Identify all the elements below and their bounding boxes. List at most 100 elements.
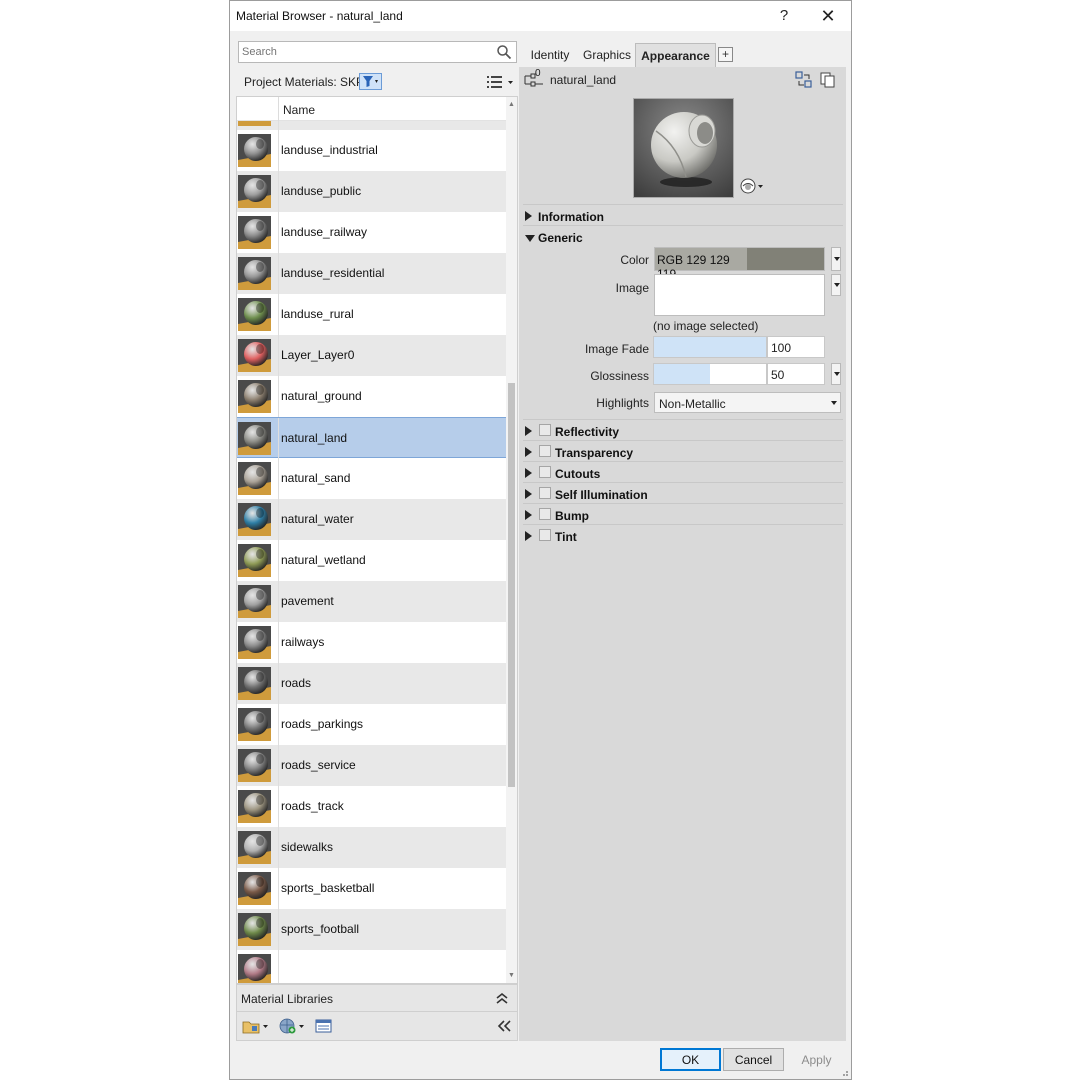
scrollbar-thumb[interactable] — [508, 383, 515, 787]
expand-arrow-icon[interactable] — [525, 489, 532, 499]
transparency-checkbox[interactable] — [539, 445, 551, 457]
list-item[interactable]: pavement — [237, 581, 507, 622]
list-item[interactable]: railways — [237, 622, 507, 663]
expand-arrow-icon[interactable] — [525, 510, 532, 520]
collapse-left-icon[interactable] — [495, 1017, 513, 1035]
list-item[interactable]: roads_service — [237, 745, 507, 786]
scroll-up-arrow-icon[interactable]: ▲ — [508, 101, 515, 108]
create-library-globe-icon[interactable] — [277, 1017, 307, 1035]
expand-arrow-icon[interactable] — [525, 426, 532, 436]
list-item[interactable]: landuse_public — [237, 171, 507, 212]
asset-browser-icon[interactable] — [315, 1017, 333, 1035]
material-name: pavement — [281, 594, 334, 608]
open-library-folder-icon[interactable] — [241, 1017, 271, 1035]
resize-grip-icon[interactable] — [839, 1067, 849, 1077]
search-box[interactable] — [238, 41, 517, 63]
tab-appearance[interactable]: Appearance — [635, 43, 716, 67]
material-name: roads_service — [281, 758, 356, 772]
replace-asset-icon[interactable] — [795, 71, 813, 89]
list-item[interactable]: roads — [237, 663, 507, 704]
glossiness-input[interactable]: 50 — [767, 363, 825, 385]
glossiness-fill — [654, 364, 710, 384]
ok-button[interactable]: OK — [660, 1048, 721, 1071]
section-cutouts[interactable]: Cutouts — [523, 464, 843, 484]
cutouts-checkbox[interactable] — [539, 466, 551, 478]
list-item[interactable]: natural_land — [237, 417, 507, 459]
scroll-down-arrow-icon[interactable]: ▼ — [508, 972, 515, 979]
list-item[interactable]: natural_sand — [237, 458, 507, 499]
search-icon[interactable] — [496, 44, 512, 60]
tab-identity[interactable]: Identity — [521, 43, 579, 67]
material-name: landuse_public — [281, 184, 362, 198]
apply-button[interactable]: Apply — [786, 1048, 847, 1071]
list-item[interactable]: landuse_railway — [237, 212, 507, 253]
image-field[interactable] — [654, 274, 825, 316]
bump-checkbox[interactable] — [539, 508, 551, 520]
material-name: landuse_rural — [281, 307, 354, 321]
filter-button[interactable] — [359, 73, 382, 90]
expand-arrow-icon[interactable] — [525, 531, 532, 541]
expand-up-icon[interactable] — [495, 991, 509, 1005]
list-item[interactable]: landuse_residential — [237, 253, 507, 294]
material-thumbnail-icon — [238, 257, 271, 290]
highlights-select[interactable]: Non-Metallic — [654, 392, 841, 413]
tab-graphics[interactable]: Graphics — [579, 43, 635, 67]
list-item[interactable]: natural_water — [237, 499, 507, 540]
glossiness-slider[interactable] — [653, 363, 767, 385]
search-input[interactable] — [242, 44, 490, 60]
expand-arrow-icon[interactable] — [525, 468, 532, 478]
list-item[interactable]: natural_wetland — [237, 540, 507, 581]
duplicate-asset-icon[interactable] — [819, 71, 837, 89]
section-bump[interactable]: Bump — [523, 506, 843, 526]
reflectivity-checkbox[interactable] — [539, 424, 551, 436]
list-item[interactable]: landuse_construction — [237, 121, 507, 130]
cancel-button[interactable]: Cancel — [723, 1048, 784, 1071]
list-item[interactable]: sidewalks — [237, 827, 507, 868]
list-item[interactable] — [237, 950, 507, 983]
section-reflectivity[interactable]: Reflectivity — [523, 422, 843, 442]
view-options-button[interactable] — [484, 73, 516, 91]
material-thumbnail-icon — [238, 216, 271, 249]
glossiness-dropdown[interactable] — [831, 363, 841, 385]
material-libraries-bar[interactable]: Material Libraries — [236, 984, 518, 1012]
material-editor-panel: Identity Graphics Appearance + 0 natural… — [519, 37, 846, 1041]
color-swatch[interactable]: RGB 129 129 119 — [654, 247, 825, 281]
section-tint[interactable]: Tint — [523, 527, 843, 547]
list-item[interactable]: roads_parkings — [237, 704, 507, 745]
image-fade-input[interactable]: 100 — [767, 336, 825, 358]
expand-arrow-icon[interactable] — [525, 447, 532, 457]
section-title: Information — [538, 210, 604, 224]
material-name: railways — [281, 635, 325, 649]
material-name: landuse_industrial — [281, 143, 378, 157]
add-tab-button[interactable]: + — [718, 47, 733, 62]
tint-checkbox[interactable] — [539, 529, 551, 541]
image-dropdown[interactable] — [831, 274, 841, 296]
list-item[interactable]: landuse_industrial — [237, 130, 507, 171]
image-fade-slider[interactable] — [653, 336, 767, 358]
material-thumbnail-icon — [238, 175, 271, 208]
list-item[interactable]: sports_basketball — [237, 868, 507, 909]
material-name: sidewalks — [281, 840, 334, 854]
list-item[interactable]: sports_football — [237, 909, 507, 950]
expand-arrow-icon[interactable] — [525, 211, 532, 221]
help-button[interactable]: ? — [762, 1, 806, 31]
list-item[interactable]: roads_track — [237, 786, 507, 827]
list-item[interactable]: natural_ground — [237, 376, 507, 417]
list-scrollbar[interactable]: ▲ ▼ — [506, 97, 517, 983]
section-transparency[interactable]: Transparency — [523, 443, 843, 463]
asset-bar: 0 natural_land — [519, 67, 846, 94]
material-name: natural_ground — [281, 389, 362, 403]
render-options-icon[interactable] — [739, 177, 769, 195]
section-information[interactable]: Information — [523, 207, 843, 227]
close-button[interactable]: ✕ — [806, 1, 850, 31]
self-illumination-checkbox[interactable] — [539, 487, 551, 499]
section-generic[interactable]: Generic — [523, 228, 843, 248]
color-dropdown[interactable] — [831, 247, 841, 271]
material-name: landuse_railway — [281, 225, 368, 239]
name-column-header[interactable]: Name — [283, 103, 315, 117]
collapse-arrow-icon[interactable] — [525, 235, 535, 242]
list-item[interactable]: landuse_rural — [237, 294, 507, 335]
section-self-illumination[interactable]: Self Illumination — [523, 485, 843, 505]
row-separator — [278, 704, 279, 745]
list-item[interactable]: Layer_Layer0 — [237, 335, 507, 376]
